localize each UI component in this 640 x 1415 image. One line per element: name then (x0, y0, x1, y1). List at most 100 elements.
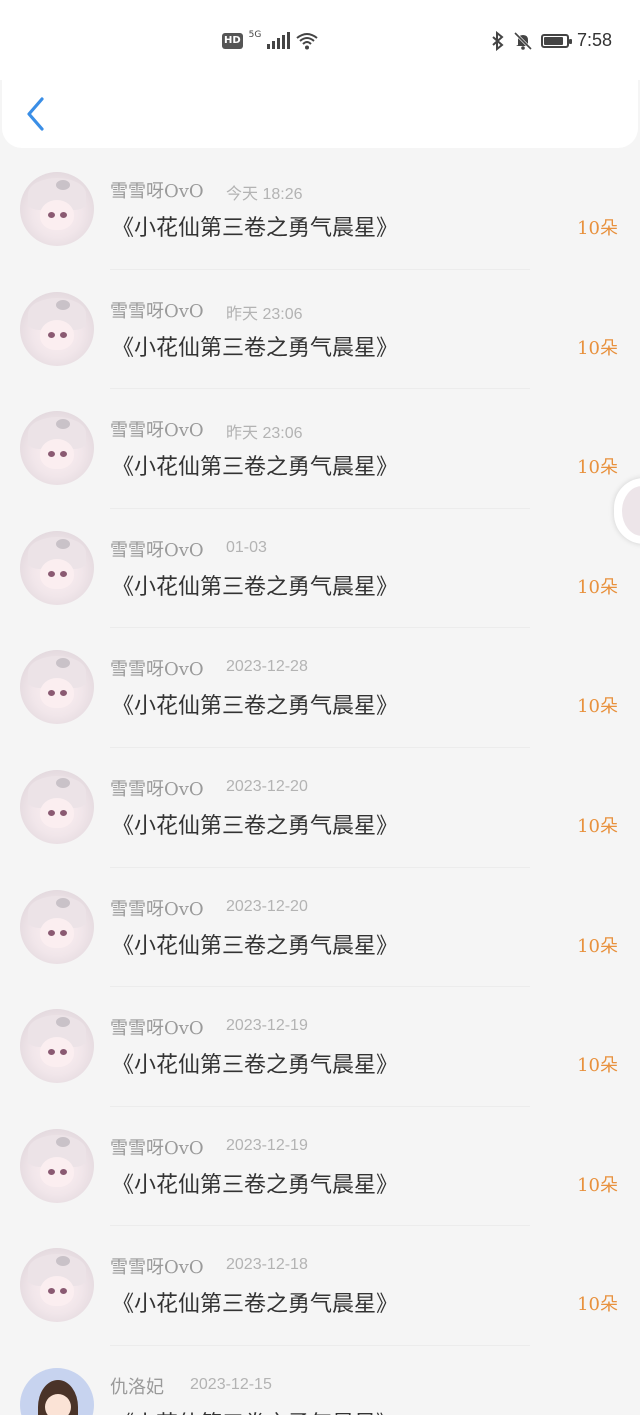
avatar[interactable] (20, 1248, 94, 1323)
avatar-eye (48, 331, 55, 338)
gift-amount: 10朵 (577, 218, 618, 239)
username[interactable]: 雪雪呀OvO (110, 297, 204, 323)
timestamp: 2023-12-19 (226, 1017, 308, 1035)
list-item[interactable]: 雪雪呀OvO 2023-12-19 《小花仙第三卷之勇气晨星》 10朵 (0, 987, 640, 1107)
username[interactable]: 仇洛妃 (110, 1373, 164, 1399)
book-title[interactable]: 《小花仙第三卷之勇气晨星》 (112, 928, 398, 960)
avatar-eye (60, 331, 67, 338)
username[interactable]: 雪雪呀OvO (110, 1253, 204, 1279)
timestamp: 2023-12-15 (190, 1375, 272, 1393)
book-title[interactable]: 《小花仙第三卷之勇气晨星》 (112, 1047, 398, 1079)
avatar-eye (60, 929, 67, 936)
avatar-face (40, 439, 74, 470)
avatar[interactable] (20, 650, 94, 725)
timestamp: 2023-12-20 (226, 897, 308, 915)
username[interactable]: 雪雪呀OvO (110, 177, 204, 203)
avatar-eye (48, 570, 55, 577)
avatar-bow (56, 180, 70, 190)
system-indicators: 7:58 (491, 30, 612, 51)
avatar-eye (60, 570, 67, 577)
book-title[interactable]: 《小花仙第三卷之勇气晨星》 (112, 808, 398, 840)
battery-icon (540, 33, 572, 48)
list-item[interactable]: 雪雪呀OvO 2023-12-19 《小花仙第三卷之勇气晨星》 10朵 (0, 1107, 640, 1227)
username[interactable]: 雪雪呀OvO (110, 1014, 204, 1040)
timestamp: 昨天 23:06 (226, 305, 303, 323)
username[interactable]: 雪雪呀OvO (110, 416, 204, 442)
avatar-face (40, 1276, 74, 1307)
list-item[interactable]: 雪雪呀OvO 2023-12-20 《小花仙第三卷之勇气晨星》 10朵 (0, 748, 640, 868)
avatar-eye (48, 809, 55, 816)
avatar[interactable] (20, 291, 94, 366)
username[interactable]: 雪雪呀OvO (110, 1134, 204, 1160)
avatar-face (40, 678, 74, 709)
book-title[interactable]: 《小花仙第三卷之勇气晨星》 (112, 330, 398, 362)
avatar-eye (60, 1168, 67, 1175)
timestamp: 今天 18:26 (226, 186, 303, 203)
floating-avatar-image (622, 486, 640, 536)
book-title[interactable]: 《小花仙第三卷之勇气晨星》 (112, 569, 398, 601)
list-item[interactable]: 雪雪呀OvO 01-03 《小花仙第三卷之勇气晨星》 10朵 (0, 509, 640, 629)
avatar-eye (60, 809, 67, 816)
avatar-face (40, 200, 74, 230)
avatar-face (40, 319, 74, 350)
avatar-face (40, 1156, 74, 1187)
avatar-face (45, 1393, 71, 1415)
avatar[interactable] (20, 889, 94, 964)
avatar-bow (56, 538, 70, 549)
gift-amount: 10朵 (577, 1055, 618, 1077)
avatar-eye (48, 929, 55, 936)
timestamp: 2023-12-19 (226, 1136, 308, 1154)
username[interactable]: 雪雪呀OvO (110, 655, 204, 681)
gift-amount: 10朵 (577, 696, 618, 718)
avatar-bow (56, 299, 70, 310)
signal-icon (267, 32, 291, 49)
gift-record-list[interactable]: 雪雪呀OvO 今天 18:26 《小花仙第三卷之勇气晨星》 10朵 雪雪呀OvO 昨天 2… (0, 150, 640, 1415)
list-item[interactable]: 雪雪呀OvO 昨天 23:06 《小花仙第三卷之勇气晨星》 10朵 (0, 389, 640, 509)
gift-amount: 10朵 (577, 815, 618, 837)
book-title[interactable]: 《小花仙第三卷之勇气晨星》 (112, 449, 398, 481)
username[interactable]: 雪雪呀OvO (110, 775, 204, 801)
chevron-left-icon (27, 97, 44, 131)
timestamp: 2023-12-28 (226, 658, 308, 676)
avatar-eye (48, 1168, 55, 1175)
gift-amount: 10朵 (577, 337, 618, 359)
book-title[interactable]: 《小花仙第三卷之勇气晨星》 (112, 688, 398, 720)
book-title[interactable]: 《小花仙第三卷之勇气晨星》 (112, 1286, 398, 1318)
avatar-bow (56, 897, 70, 908)
book-title[interactable]: 《小花仙第三卷之勇气晨星》 (112, 1406, 398, 1415)
gift-amount: 10朵 (577, 1174, 618, 1196)
gift-amount: 10朵 (577, 576, 618, 598)
list-item[interactable]: 雪雪呀OvO 今天 18:26 《小花仙第三卷之勇气晨星》 10朵 (0, 150, 640, 270)
bluetooth-icon (492, 30, 504, 51)
avatar[interactable] (20, 769, 94, 844)
username[interactable]: 雪雪呀OvO (110, 895, 204, 921)
list-item[interactable]: 雪雪呀OvO 昨天 23:06 《小花仙第三卷之勇气晨星》 10朵 (0, 270, 640, 390)
list-item[interactable]: 仇洛妃 2023-12-15 《小花仙第三卷之勇气晨星》 10朵 (0, 1346, 640, 1415)
username[interactable]: 雪雪呀OvO (110, 536, 204, 562)
avatar[interactable] (20, 172, 94, 246)
network-type: 5G (248, 30, 262, 40)
network-indicators: HD 5G (222, 30, 318, 50)
avatar-eye (60, 212, 67, 218)
gift-amount: 10朵 (577, 1294, 618, 1316)
avatar-face (40, 558, 74, 589)
avatar-face (40, 1037, 74, 1068)
avatar[interactable] (20, 1009, 94, 1084)
avatar-bow (56, 1136, 70, 1147)
book-title[interactable]: 《小花仙第三卷之勇气晨星》 (112, 210, 398, 242)
timestamp: 2023-12-20 (226, 777, 308, 795)
list-item[interactable]: 雪雪呀OvO 2023-12-18 《小花仙第三卷之勇气晨星》 10朵 (0, 1226, 640, 1346)
avatar[interactable] (20, 1128, 94, 1203)
battery-level (543, 36, 563, 45)
book-title[interactable]: 《小花仙第三卷之勇气晨星》 (112, 1167, 398, 1199)
back-button[interactable] (22, 96, 52, 132)
avatar-eye (48, 212, 55, 218)
avatar[interactable] (20, 1367, 94, 1415)
avatar[interactable] (20, 530, 94, 605)
gift-amount: 10朵 (577, 1410, 618, 1415)
nav-header (2, 78, 638, 148)
avatar[interactable] (20, 411, 94, 486)
list-item[interactable]: 雪雪呀OvO 2023-12-20 《小花仙第三卷之勇气晨星》 10朵 (0, 868, 640, 988)
list-item[interactable]: 雪雪呀OvO 2023-12-28 《小花仙第三卷之勇气晨星》 10朵 (0, 628, 640, 748)
timestamp: 2023-12-18 (226, 1256, 308, 1274)
